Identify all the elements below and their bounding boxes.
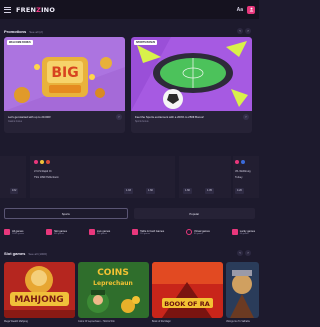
category-all-games[interactable]: All games 1000+ games (4, 225, 24, 239)
game-tile-vikings[interactable] (226, 262, 259, 318)
top-bar: FRENZINO Aa (0, 0, 259, 19)
category-virtual-games[interactable]: Virtual games 80 games (186, 225, 210, 239)
team-home: VfL Wolfsburg (235, 170, 251, 173)
cherry-icon (46, 229, 53, 235)
promo-arrow-icon[interactable]: › (116, 114, 122, 120)
prev-arrow-icon[interactable]: ‹ (237, 28, 243, 34)
game-name: Coins Of Leprechaun - Hold & Win (78, 320, 115, 323)
promotions-header: Promotions See all (2) (4, 29, 43, 34)
game-name: Mega Wealth Mahjong (4, 320, 28, 323)
live-matches-strip: 1X2 LT-CS Rapid Ot TSG 1899 Hoffenheim 1… (0, 156, 259, 198)
game-name: Vikings Go To Valhalla (226, 320, 250, 323)
match-card[interactable]: VfL Wolfsburg Turkey 4.20 (233, 156, 259, 198)
odd-button[interactable]: 1.60 (183, 188, 192, 194)
prev-arrow-icon[interactable]: ‹ (237, 250, 243, 256)
promo-arrow-icon[interactable]: › (243, 114, 249, 120)
hamburger-menu-icon[interactable] (4, 6, 11, 13)
toggle-popular[interactable]: Popular (133, 208, 255, 219)
user-icon (249, 7, 253, 12)
match-card[interactable]: LT-CS Rapid Ot TSG 1899 Hoffenheim 1.93 … (30, 156, 175, 198)
game-tile-leprechaun[interactable]: COINS Leprechaun (78, 262, 149, 318)
team-home: LT-CS Rapid Ot (34, 170, 52, 173)
odd-button[interactable]: 1X2 (10, 188, 19, 194)
promo-card-sports[interactable]: SPORTS BONUS Feel the Sports excitement … (131, 37, 252, 133)
promo-title: Let's get started with up to 20.000! (8, 115, 51, 119)
promotions-see-all[interactable]: See all (2) (29, 30, 43, 34)
game-name: Book of Ra Magic (152, 320, 171, 323)
svg-text:MAHJONG: MAHJONG (14, 295, 63, 305)
team-away: TSG 1899 Hoffenheim (34, 176, 59, 179)
slot-games-header: Slot games See all (1000) (4, 251, 47, 256)
slot-games-title: Slot games (4, 251, 26, 256)
promo-card-welcome[interactable]: BIG WELCOME BONUS Let's get started with… (4, 37, 125, 133)
user-account-button[interactable] (247, 5, 255, 14)
promo-image-sports: SPORTS BONUS (131, 37, 252, 111)
svg-text:BIG: BIG (51, 65, 78, 81)
clover-icon (231, 229, 238, 235)
category-live-games[interactable]: Live games 200 games (88, 225, 110, 239)
game-tile-mahjong[interactable]: MAHJONG (4, 262, 75, 318)
svg-text:COINS: COINS (97, 268, 129, 278)
promo-badge: WELCOME BONUS (7, 40, 33, 45)
match-card[interactable]: 1X2 (0, 156, 26, 198)
promo-subtitle: Casino bonus (8, 121, 23, 123)
category-bar: All games 1000+ games Slot games 800 games… (4, 225, 255, 239)
svg-text:BOOK OF RA: BOOK OF RA (164, 300, 210, 308)
next-arrow-icon[interactable]: › (245, 250, 251, 256)
match-card[interactable]: 1.60 1.05 (179, 156, 231, 198)
cards-icon (132, 229, 139, 235)
slot-games-see-all[interactable]: See all (1000) (28, 252, 47, 256)
odd-button[interactable]: 1.93 (124, 188, 133, 194)
promotions-pager: ‹ › (237, 28, 251, 34)
odd-button[interactable]: 4.20 (235, 188, 244, 194)
category-table-card[interactable]: Table & Card Games 150 games (132, 225, 164, 239)
toggle-sports[interactable]: Sports (4, 208, 128, 219)
next-arrow-icon[interactable]: › (245, 28, 251, 34)
promotions-title: Promotions (4, 29, 27, 34)
team-flags (235, 160, 245, 164)
team-flags (34, 160, 50, 164)
odd-button[interactable]: 1.05 (205, 188, 214, 194)
grid-icon (4, 229, 10, 235)
horseshoe-icon (186, 229, 193, 235)
svg-text:Leprechaun: Leprechaun (93, 280, 133, 287)
promo-subtitle: Sports bonus (135, 121, 149, 123)
category-lucky-games[interactable]: Lucky games 60 games (231, 225, 255, 239)
live-icon (88, 229, 95, 235)
promo-badge: SPORTS BONUS (134, 40, 158, 45)
brand-logo[interactable]: FRENZINO (16, 6, 55, 14)
language-icon[interactable]: Aa (237, 7, 243, 13)
team-away: Turkey (235, 176, 243, 179)
promo-image-welcome: BIG WELCOME BONUS (4, 37, 125, 111)
promo-title: Feel the Sports excitement with a 200% t… (135, 115, 204, 119)
view-toggle: Sports Popular (4, 208, 255, 219)
slot-games-pager: ‹ › (237, 250, 251, 256)
category-slot-games[interactable]: Slot games 800 games (46, 225, 67, 239)
game-tile-book-of-ra[interactable]: BOOK OF RA (152, 262, 223, 318)
odd-button[interactable]: 1.60 (146, 188, 155, 194)
